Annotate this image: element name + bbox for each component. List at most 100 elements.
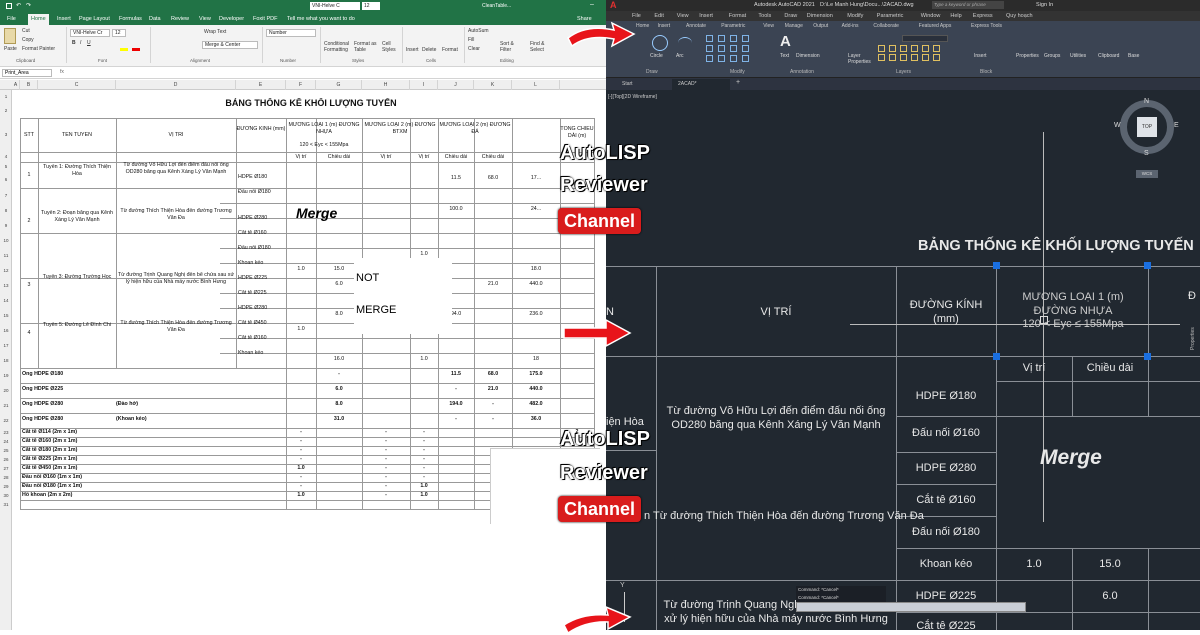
- col-header-4[interactable]: E: [236, 80, 286, 90]
- ribbon-tab-5[interactable]: Manage: [785, 23, 803, 29]
- modify-tool-icon[interactable]: [718, 55, 725, 62]
- circle-tool-icon[interactable]: [652, 35, 668, 51]
- search-input[interactable]: Type a keyword or phrase: [932, 1, 1004, 9]
- menu-2[interactable]: View: [677, 13, 689, 19]
- panel-draw[interactable]: Draw: [646, 69, 658, 75]
- layer-tool-icon[interactable]: [933, 45, 940, 52]
- layer-tool-icon[interactable]: [922, 54, 929, 61]
- ribbon-tab-3[interactable]: Parametric: [721, 23, 745, 29]
- redo-icon[interactable]: ↷: [26, 2, 31, 9]
- menu-3[interactable]: Insert: [699, 13, 713, 19]
- sort-filter-button[interactable]: Sort & Filter: [500, 41, 524, 53]
- layer-tool-icon[interactable]: [878, 54, 885, 61]
- tab-home[interactable]: Home: [28, 14, 49, 25]
- layer-tool-icon[interactable]: [889, 45, 896, 52]
- row-header-9[interactable]: 10: [0, 233, 12, 248]
- row-header-30[interactable]: 31: [0, 500, 12, 509]
- ribbon-tab-6[interactable]: Output: [813, 23, 828, 29]
- cell-styles-button[interactable]: Cell Styles: [382, 41, 398, 53]
- row-header-17[interactable]: 18: [0, 353, 12, 368]
- layer-select[interactable]: [902, 35, 948, 42]
- row-header-10[interactable]: 11: [0, 248, 12, 263]
- bold-button[interactable]: B: [72, 40, 76, 46]
- layer-tool-icon[interactable]: [911, 45, 918, 52]
- undo-icon[interactable]: ↶: [16, 2, 21, 9]
- col-header-3[interactable]: D: [116, 80, 236, 90]
- modify-tool-icon[interactable]: [718, 35, 725, 42]
- fx-icon[interactable]: fx: [60, 69, 64, 75]
- layer-tool-icon[interactable]: [878, 45, 885, 52]
- row-header-21[interactable]: 22: [0, 413, 12, 428]
- ribbon-tab-1[interactable]: Insert: [658, 23, 671, 29]
- text-tool-icon[interactable]: A: [780, 33, 791, 50]
- col-header-8[interactable]: I: [410, 80, 438, 90]
- row-header-14[interactable]: 15: [0, 308, 12, 323]
- menu-1[interactable]: Edit: [654, 13, 663, 19]
- viewport-label[interactable]: [-][Top][2D Wireframe]: [608, 94, 657, 100]
- ribbon-tab-7[interactable]: Add-ins: [842, 23, 859, 29]
- utilities-button[interactable]: Utilities: [1070, 53, 1086, 59]
- tab-formulas[interactable]: Formulas: [116, 14, 145, 25]
- col-header-9[interactable]: J: [438, 80, 474, 90]
- format-painter-button[interactable]: Format Painter: [22, 46, 55, 52]
- cut-button[interactable]: Cut: [22, 28, 30, 34]
- font-size-select[interactable]: 12: [112, 29, 126, 37]
- row-header-26[interactable]: 27: [0, 464, 12, 473]
- copy-button[interactable]: Copy: [22, 37, 34, 43]
- menu-10[interactable]: Window: [921, 13, 941, 19]
- fill-color-icon[interactable]: [120, 48, 128, 51]
- properties-tab-label[interactable]: Properties: [1190, 327, 1196, 350]
- modify-tool-icon[interactable]: [742, 45, 749, 52]
- properties-button[interactable]: Properties: [1016, 53, 1039, 59]
- row-header-7[interactable]: 8: [0, 203, 12, 218]
- row-header-13[interactable]: 14: [0, 293, 12, 308]
- ribbon-tab-0[interactable]: Home: [636, 23, 649, 29]
- row-header-23[interactable]: 24: [0, 437, 12, 446]
- col-header-6[interactable]: G: [316, 80, 362, 90]
- italic-button[interactable]: I: [80, 40, 81, 46]
- row-header-2[interactable]: 3: [0, 118, 12, 152]
- col-header-5[interactable]: F: [286, 80, 316, 90]
- row-header-24[interactable]: 25: [0, 446, 12, 455]
- minimize-icon[interactable]: –: [590, 1, 594, 8]
- groups-button[interactable]: Groups: [1044, 53, 1060, 59]
- number-format-select[interactable]: Number: [266, 29, 316, 37]
- base-button[interactable]: Base: [1128, 53, 1139, 59]
- quick-font-name[interactable]: VNI-Helve C: [310, 2, 360, 10]
- layer-tool-icon[interactable]: [922, 45, 929, 52]
- tell-me-box[interactable]: Tell me what you want to do: [284, 14, 358, 25]
- row-header-12[interactable]: 13: [0, 278, 12, 293]
- arc-tool-label[interactable]: Arc: [676, 53, 684, 59]
- row-header-27[interactable]: 28: [0, 473, 12, 482]
- conditional-formatting-button[interactable]: Conditional Formatting: [324, 41, 352, 53]
- panel-block[interactable]: Block: [980, 69, 992, 75]
- fill-button[interactable]: Fill: [468, 37, 474, 43]
- row-header-19[interactable]: 20: [0, 383, 12, 398]
- layer-tool-icon[interactable]: [900, 54, 907, 61]
- viewcube-top[interactable]: TOP: [1137, 117, 1157, 137]
- autosum-button[interactable]: AutoSum: [468, 28, 489, 34]
- paste-icon[interactable]: [4, 28, 16, 44]
- paste-label[interactable]: Paste: [4, 46, 17, 52]
- modify-tool-icon[interactable]: [730, 35, 737, 42]
- panel-layers[interactable]: Layers: [896, 69, 911, 75]
- clear-button[interactable]: Clear: [468, 46, 480, 52]
- col-header-2[interactable]: C: [38, 80, 116, 90]
- layer-tool-icon[interactable]: [900, 45, 907, 52]
- new-tab-icon[interactable]: +: [736, 79, 740, 86]
- underline-button[interactable]: U: [87, 40, 91, 46]
- ribbon-tab-9[interactable]: Featured Apps: [919, 23, 952, 29]
- worksheet-grid[interactable]: BẢNG THỐNG KÊ KHỐI LƯỢNG TUYẾN STT TÊN TUY…: [12, 90, 606, 630]
- row-header-4[interactable]: 5: [0, 162, 12, 172]
- row-header-22[interactable]: 23: [0, 428, 12, 437]
- layer-tool-icon[interactable]: [889, 54, 896, 61]
- row-header-1[interactable]: 2: [0, 104, 12, 118]
- modify-tool-icon[interactable]: [742, 55, 749, 62]
- menu-8[interactable]: Modify: [847, 13, 863, 19]
- tab-2acad[interactable]: 2ACAD*: [672, 79, 730, 90]
- row-header-28[interactable]: 29: [0, 482, 12, 491]
- row-header-16[interactable]: 17: [0, 338, 12, 353]
- tab-developer[interactable]: Developer: [216, 14, 247, 25]
- text-tool-label[interactable]: Text: [780, 53, 789, 59]
- delete-cells-button[interactable]: Delete: [422, 47, 436, 53]
